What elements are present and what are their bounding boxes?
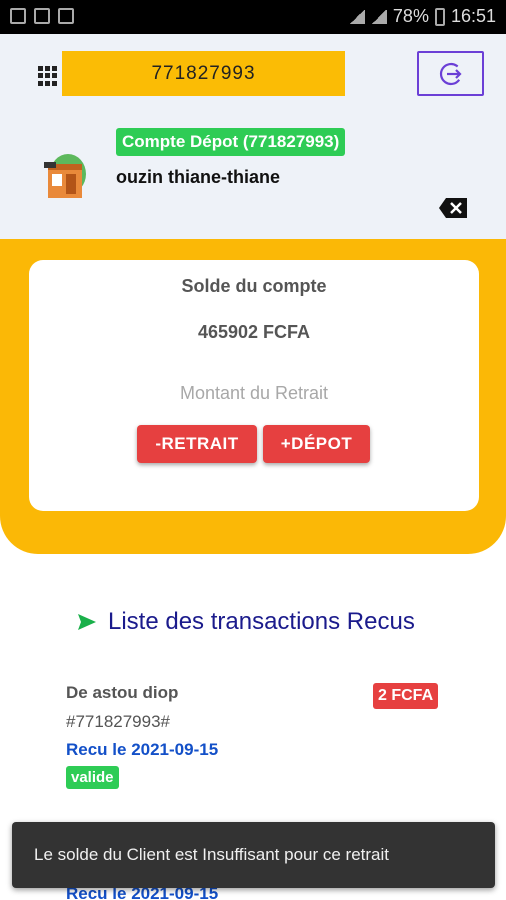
notification-icons xyxy=(10,8,74,24)
clock: 16:51 xyxy=(450,6,496,26)
signal-icon xyxy=(370,9,387,24)
apps-grid-icon[interactable] xyxy=(38,66,58,86)
logout-icon xyxy=(439,62,462,85)
balance-card: Solde du compte 465902 FCFA -RETRAIT +DÉ… xyxy=(29,260,479,511)
transactions-title: Liste des transactions Recus xyxy=(108,608,415,635)
toast-message: Le solde du Client est Insuffisant pour … xyxy=(12,822,495,888)
phone-number-display: 771827993 xyxy=(62,51,345,96)
gallery-notification-icon xyxy=(34,8,50,24)
app-header: 771827993 Compte Dépot (771827993) ouzin… xyxy=(0,34,506,239)
withdraw-amount-input[interactable] xyxy=(129,378,379,408)
client-name: ouzin thiane-thiane xyxy=(116,167,280,187)
image-notification-icon xyxy=(10,8,26,24)
shop-avatar-icon xyxy=(44,154,86,198)
backspace-icon[interactable] xyxy=(438,197,468,219)
account-type-badge: Compte Dépot (771827993) xyxy=(116,128,346,156)
battery-icon xyxy=(434,7,445,26)
balance-panel: Solde du compte 465902 FCFA -RETRAIT +DÉ… xyxy=(0,239,506,554)
transaction-date: Recu le 2021-09-15 xyxy=(66,740,219,759)
app-notification-icon xyxy=(58,8,74,24)
balance-label: Solde du compte xyxy=(181,276,327,296)
logout-button[interactable] xyxy=(417,51,484,96)
send-icon xyxy=(78,614,96,630)
system-status: 78% 16:51 xyxy=(348,6,496,27)
transactions-heading: Liste des transactions Recus xyxy=(76,608,415,636)
status-bar: 78% 16:51 xyxy=(0,0,506,34)
withdraw-button[interactable]: -RETRAIT xyxy=(137,425,257,463)
deposit-button[interactable]: +DÉPOT xyxy=(263,425,370,463)
transaction-status-badge: valide xyxy=(66,766,119,789)
transaction-amount-badge: 2 FCFA xyxy=(373,683,439,709)
wifi-icon xyxy=(348,9,365,24)
transaction-item[interactable]: De astou diop #771827993# Recu le 2021-0… xyxy=(66,683,446,789)
transaction-phone: #771827993# xyxy=(66,712,171,731)
battery-percent: 78% xyxy=(392,6,429,26)
balance-value: 465902 FCFA xyxy=(197,322,311,342)
